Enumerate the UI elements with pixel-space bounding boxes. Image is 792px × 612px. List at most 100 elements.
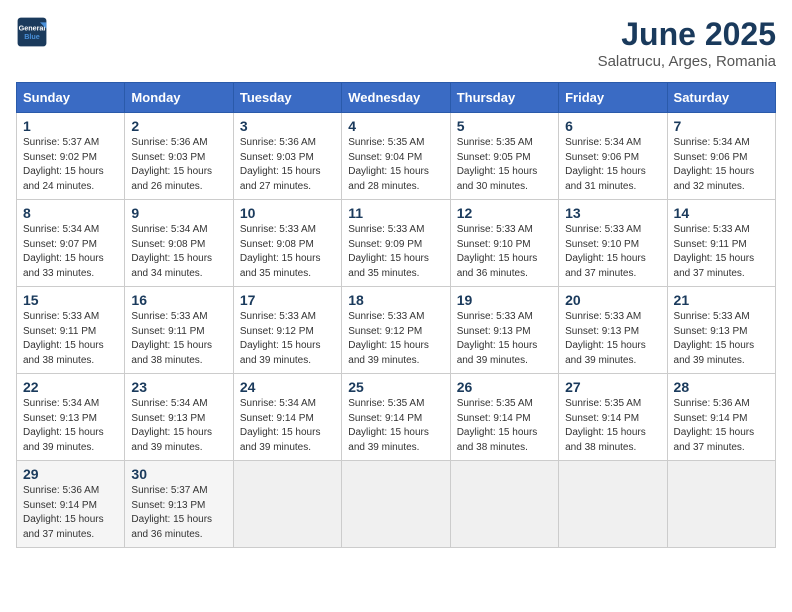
day-info: Sunrise: 5:33 AM Sunset: 9:12 PM Dayligh… [240, 310, 335, 368]
day-info: Sunrise: 5:33 AM Sunset: 9:08 PM Dayligh… [240, 223, 335, 281]
calendar-cell: 25 Sunrise: 5:35 AM Sunset: 9:14 PM Dayli… [342, 374, 450, 461]
day-info: Sunrise: 5:33 AM Sunset: 9:11 PM Dayligh… [23, 310, 118, 368]
calendar-cell: 4 Sunrise: 5:35 AM Sunset: 9:04 PM Daylig… [342, 113, 450, 200]
calendar-table: Sunday Monday Tuesday Wednesday Thursday… [16, 82, 776, 548]
calendar-cell: 29 Sunrise: 5:36 AM Sunset: 9:14 PM Dayli… [17, 461, 125, 548]
calendar-cell: 19 Sunrise: 5:33 AM Sunset: 9:13 PM Dayli… [450, 287, 558, 374]
day-info: Sunrise: 5:36 AM Sunset: 9:14 PM Dayligh… [674, 397, 769, 455]
day-info: Sunrise: 5:33 AM Sunset: 9:09 PM Dayligh… [348, 223, 443, 281]
day-number: 12 [457, 205, 552, 221]
calendar-row: 15 Sunrise: 5:33 AM Sunset: 9:11 PM Dayli… [17, 287, 776, 374]
day-info: Sunrise: 5:34 AM Sunset: 9:06 PM Dayligh… [565, 136, 660, 194]
day-number: 26 [457, 379, 552, 395]
day-number: 17 [240, 292, 335, 308]
calendar-cell: 28 Sunrise: 5:36 AM Sunset: 9:14 PM Dayli… [667, 374, 775, 461]
calendar-row: 1 Sunrise: 5:37 AM Sunset: 9:02 PM Daylig… [17, 113, 776, 200]
calendar-cell: 18Sunrise: 5:33 AM Sunset: 9:12 PM Dayli… [342, 287, 450, 374]
calendar-cell: 6 Sunrise: 5:34 AM Sunset: 9:06 PM Daylig… [559, 113, 667, 200]
day-number: 24 [240, 379, 335, 395]
day-number: 10 [240, 205, 335, 221]
month-year: June 2025 [598, 16, 776, 53]
calendar-cell: 17 Sunrise: 5:33 AM Sunset: 9:12 PM Dayli… [233, 287, 341, 374]
day-number: 19 [457, 292, 552, 308]
day-number: 25 [348, 379, 443, 395]
day-number: 22 [23, 379, 118, 395]
day-info: Sunrise: 5:35 AM Sunset: 9:05 PM Dayligh… [457, 136, 552, 194]
day-info: Sunrise: 5:35 AM Sunset: 9:04 PM Dayligh… [348, 136, 443, 194]
day-number: 23 [131, 379, 226, 395]
day-info: Sunrise: 5:34 AM Sunset: 9:07 PM Dayligh… [23, 223, 118, 281]
header-row: Sunday Monday Tuesday Wednesday Thursday… [17, 83, 776, 113]
day-number: 20 [565, 292, 660, 308]
calendar-body: 1 Sunrise: 5:37 AM Sunset: 9:02 PM Daylig… [17, 113, 776, 548]
calendar-row: 29 Sunrise: 5:36 AM Sunset: 9:14 PM Dayli… [17, 461, 776, 548]
day-info: Sunrise: 5:34 AM Sunset: 9:06 PM Dayligh… [674, 136, 769, 194]
calendar-cell: 1 Sunrise: 5:37 AM Sunset: 9:02 PM Daylig… [17, 113, 125, 200]
day-number: 2 [131, 118, 226, 134]
logo: General Blue [16, 16, 48, 48]
col-saturday: Saturday [667, 83, 775, 113]
day-info: Sunrise: 5:35 AM Sunset: 9:14 PM Dayligh… [348, 397, 443, 455]
logo-icon: General Blue [16, 16, 48, 48]
day-number: 15 [23, 292, 118, 308]
calendar-cell: 22Sunrise: 5:34 AM Sunset: 9:13 PM Dayli… [17, 374, 125, 461]
day-number: 30 [131, 466, 226, 482]
calendar-cell: 7 Sunrise: 5:34 AM Sunset: 9:06 PM Daylig… [667, 113, 775, 200]
calendar-cell [667, 461, 775, 548]
calendar-cell: 15 Sunrise: 5:33 AM Sunset: 9:11 PM Dayli… [17, 287, 125, 374]
calendar-cell: 11 Sunrise: 5:33 AM Sunset: 9:09 PM Dayli… [342, 200, 450, 287]
day-info: Sunrise: 5:33 AM Sunset: 9:11 PM Dayligh… [674, 223, 769, 281]
col-monday: Monday [125, 83, 233, 113]
day-info: Sunrise: 5:33 AM Sunset: 9:13 PM Dayligh… [565, 310, 660, 368]
day-number: 6 [565, 118, 660, 134]
day-info: Sunrise: 5:36 AM Sunset: 9:03 PM Dayligh… [240, 136, 335, 194]
col-tuesday: Tuesday [233, 83, 341, 113]
day-info: Sunrise: 5:37 AM Sunset: 9:13 PM Dayligh… [131, 484, 226, 542]
day-info: Sunrise: 5:34 AM Sunset: 9:14 PM Dayligh… [240, 397, 335, 455]
calendar-cell: 30 Sunrise: 5:37 AM Sunset: 9:13 PM Dayli… [125, 461, 233, 548]
calendar-cell: 12 Sunrise: 5:33 AM Sunset: 9:10 PM Dayli… [450, 200, 558, 287]
day-number: 4 [348, 118, 443, 134]
location: Salatrucu, Arges, Romania [598, 53, 776, 70]
calendar-cell: 13Sunrise: 5:33 AM Sunset: 9:10 PM Dayli… [559, 200, 667, 287]
day-number: 13 [565, 205, 660, 221]
calendar-cell [233, 461, 341, 548]
day-info: Sunrise: 5:35 AM Sunset: 9:14 PM Dayligh… [457, 397, 552, 455]
svg-text:General: General [19, 23, 46, 32]
calendar-cell: 23Sunrise: 5:34 AM Sunset: 9:13 PM Dayli… [125, 374, 233, 461]
calendar-cell [450, 461, 558, 548]
calendar-cell: 27Sunrise: 5:35 AM Sunset: 9:14 PM Dayli… [559, 374, 667, 461]
day-number: 21 [674, 292, 769, 308]
svg-text:Blue: Blue [24, 32, 40, 41]
col-wednesday: Wednesday [342, 83, 450, 113]
header: General Blue June 2025 Salatrucu, Arges,… [16, 16, 776, 70]
calendar-row: 22Sunrise: 5:34 AM Sunset: 9:13 PM Dayli… [17, 374, 776, 461]
col-thursday: Thursday [450, 83, 558, 113]
day-info: Sunrise: 5:33 AM Sunset: 9:13 PM Dayligh… [457, 310, 552, 368]
day-number: 14 [674, 205, 769, 221]
day-info: Sunrise: 5:33 AM Sunset: 9:10 PM Dayligh… [457, 223, 552, 281]
calendar-cell: 3Sunrise: 5:36 AM Sunset: 9:03 PM Daylig… [233, 113, 341, 200]
title-area: June 2025 Salatrucu, Arges, Romania [598, 16, 776, 70]
day-number: 8 [23, 205, 118, 221]
calendar-cell [559, 461, 667, 548]
day-number: 7 [674, 118, 769, 134]
calendar-cell: 21Sunrise: 5:33 AM Sunset: 9:13 PM Dayli… [667, 287, 775, 374]
day-info: Sunrise: 5:36 AM Sunset: 9:03 PM Dayligh… [131, 136, 226, 194]
day-number: 5 [457, 118, 552, 134]
calendar-row: 8 Sunrise: 5:34 AM Sunset: 9:07 PM Daylig… [17, 200, 776, 287]
day-number: 28 [674, 379, 769, 395]
calendar-cell [342, 461, 450, 548]
calendar-cell: 14 Sunrise: 5:33 AM Sunset: 9:11 PM Dayli… [667, 200, 775, 287]
day-number: 1 [23, 118, 118, 134]
day-info: Sunrise: 5:36 AM Sunset: 9:14 PM Dayligh… [23, 484, 118, 542]
day-number: 11 [348, 205, 443, 221]
calendar-cell: 20 Sunrise: 5:33 AM Sunset: 9:13 PM Dayli… [559, 287, 667, 374]
day-number: 27 [565, 379, 660, 395]
calendar-cell: 2 Sunrise: 5:36 AM Sunset: 9:03 PM Daylig… [125, 113, 233, 200]
day-number: 29 [23, 466, 118, 482]
day-info: Sunrise: 5:37 AM Sunset: 9:02 PM Dayligh… [23, 136, 118, 194]
calendar-cell: 16Sunrise: 5:33 AM Sunset: 9:11 PM Dayli… [125, 287, 233, 374]
col-friday: Friday [559, 83, 667, 113]
day-info: Sunrise: 5:33 AM Sunset: 9:12 PM Dayligh… [348, 310, 443, 368]
